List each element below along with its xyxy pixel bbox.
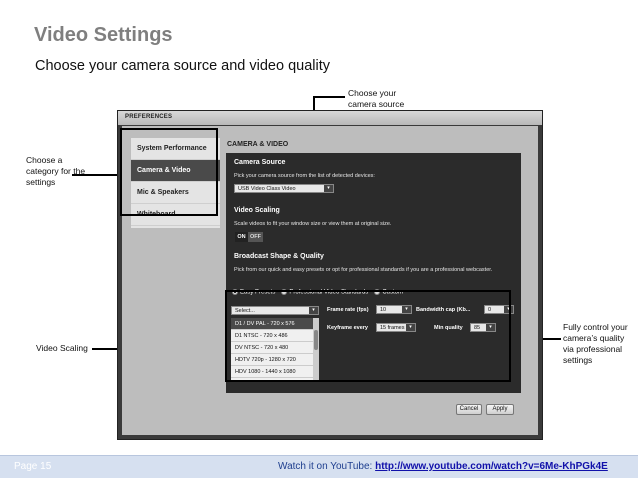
- youtube-text: Watch it on YouTube: http://www.youtube.…: [278, 461, 608, 472]
- callout-quality: Fully control your camera’s quality via …: [563, 322, 628, 365]
- broadcast-text: Pick from our quick and easy presets or …: [234, 267, 493, 273]
- chevron-down-icon: ▾: [324, 185, 333, 192]
- slide-title: Video Settings: [34, 24, 173, 46]
- cancel-button[interactable]: Cancel: [456, 404, 482, 415]
- callout-category: Choose a category for the settings: [26, 155, 86, 187]
- callout-line: [72, 174, 122, 176]
- page-number: Page 15: [14, 461, 52, 472]
- video-scaling-text: Scale videos to fit your window size or …: [234, 221, 392, 227]
- video-scaling-title: Video Scaling: [234, 207, 280, 214]
- apply-button[interactable]: Apply: [486, 404, 514, 415]
- category-highlight-box: [120, 128, 218, 216]
- camera-source-dropdown[interactable]: USB Video Class Video ▾: [234, 184, 334, 193]
- quality-highlight-box: [225, 290, 511, 382]
- window-title: PREFERENCES: [118, 111, 542, 125]
- broadcast-title: Broadcast Shape & Quality: [234, 253, 324, 260]
- camera-source-value: USB Video Class Video: [238, 186, 296, 192]
- panel-title: CAMERA & VIDEO: [227, 141, 289, 148]
- scaling-on-toggle[interactable]: ON: [235, 232, 248, 242]
- slide-subtitle: Choose your camera source and video qual…: [35, 58, 330, 74]
- callout-line: [313, 96, 345, 98]
- slide-footer: Page 15 Watch it on YouTube: http://www.…: [0, 455, 638, 478]
- callout-camera-source: Choose your camera source: [348, 88, 405, 109]
- youtube-link[interactable]: http://www.youtube.com/watch?v=6Me-KhPGk…: [375, 461, 608, 472]
- camera-source-title: Camera Source: [234, 159, 286, 166]
- camera-source-text: Pick your camera source from the list of…: [234, 173, 375, 179]
- scaling-off-toggle[interactable]: OFF: [248, 232, 263, 242]
